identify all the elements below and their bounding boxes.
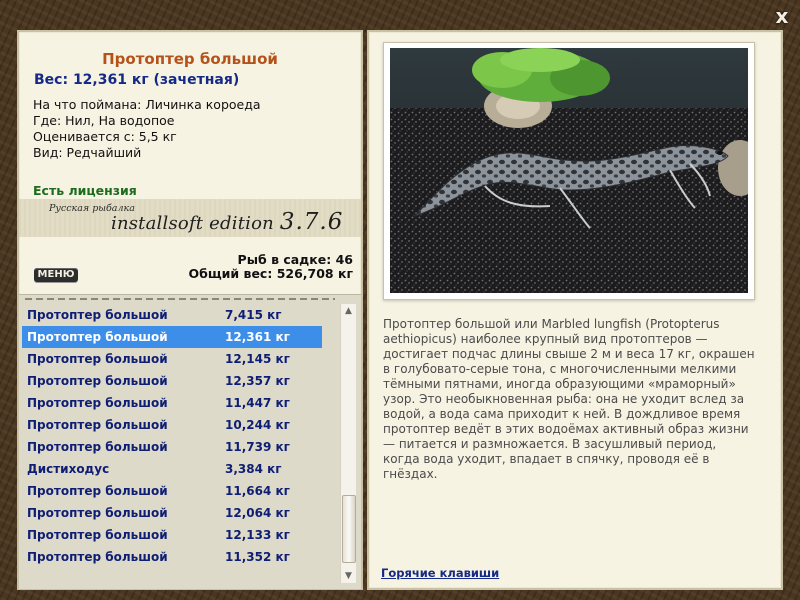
- fish-list-weight: 7,415 кг: [225, 308, 282, 322]
- fish-list-row[interactable]: Протоптер большой 11,352 кг: [22, 546, 322, 568]
- banner-edition-text: installsoft edition: [111, 213, 274, 234]
- scroll-down-icon[interactable]: ▼: [341, 569, 356, 583]
- fish-list-name: Протоптер большой: [27, 550, 168, 564]
- hotkeys-link[interactable]: Горячие клавиши: [381, 566, 499, 580]
- fish-list-weight: 12,361 кг: [225, 330, 290, 344]
- fish-list-row[interactable]: Протоптер большой 12,064 кг: [22, 502, 322, 524]
- fish-list-weight: 11,352 кг: [225, 550, 290, 564]
- fish-list-row[interactable]: Протоптер большой 10,244 кг: [22, 414, 322, 436]
- rarity-info: Вид: Редчайший: [33, 145, 142, 160]
- fish-list-name: Протоптер большой: [27, 484, 168, 498]
- list-scrollbar[interactable]: ▲ ▼: [340, 304, 356, 583]
- fish-list-name: Протоптер большой: [27, 506, 168, 520]
- keepnet-total-weight: Общий вес: 526,708 кг: [188, 266, 354, 281]
- fish-list-name: Протоптер большой: [27, 440, 168, 454]
- catch-info-panel: Протоптер большой Вес: 12,361 кг (зачетн…: [17, 30, 363, 590]
- fish-list-row[interactable]: Протоптер большой 12,361 кг: [22, 326, 322, 348]
- fish-list-weight: 11,739 кг: [225, 440, 290, 454]
- fish-list-name: Протоптер большой: [27, 330, 168, 344]
- edition-banner: Русская рыбалка installsoft edition 3.7.…: [19, 199, 361, 237]
- fish-title: Протоптер большой: [102, 50, 278, 68]
- fish-list-name: Протоптер большой: [27, 396, 168, 410]
- fish-list-row[interactable]: Протоптер большой 12,133 кг: [22, 524, 322, 546]
- fish-list-weight: 10,244 кг: [225, 418, 290, 432]
- fish-list-weight: 3,384 кг: [225, 462, 282, 476]
- fish-list-weight: 12,133 кг: [225, 528, 290, 542]
- fish-list-weight: 11,447 кг: [225, 396, 290, 410]
- fish-list-weight: 12,064 кг: [225, 506, 290, 520]
- fish-weight: Вес: 12,361 кг (зачетная): [34, 72, 240, 88]
- fish-list-row[interactable]: Протоптер большой 12,145 кг: [22, 348, 322, 370]
- fish-list-row[interactable]: Протоптер большой 7,415 кг: [22, 304, 322, 326]
- fish-list-row[interactable]: Дистиходус 3,384 кг: [22, 458, 322, 480]
- fish-list-row[interactable]: Протоптер большой 11,664 кг: [22, 480, 322, 502]
- fish-list-name: Дистиходус: [27, 462, 110, 476]
- banner-edition: installsoft edition 3.7.6: [111, 209, 343, 235]
- threshold-info: Оценивается с: 5,5 кг: [33, 129, 177, 144]
- banner-version: 3.7.6: [279, 209, 344, 235]
- scroll-up-icon[interactable]: ▲: [341, 304, 356, 318]
- fish-list-name: Протоптер большой: [27, 308, 168, 322]
- species-panel: Протоптер большой или Marbled lungfish (…: [367, 30, 783, 590]
- keepnet-count: Рыб в садке: 46: [237, 252, 353, 267]
- fish-list-weight: 12,145 кг: [225, 352, 290, 366]
- fish-list-weight: 11,664 кг: [225, 484, 290, 498]
- divider: [25, 298, 335, 300]
- bait-info: На что поймана: Личинка короеда: [33, 97, 261, 112]
- fish-photo: [390, 48, 748, 293]
- fish-list-name: Протоптер большой: [27, 374, 168, 388]
- fish-list-weight: 12,357 кг: [225, 374, 290, 388]
- location-info: Где: Нил, На водопое: [33, 113, 175, 128]
- close-icon[interactable]: x: [772, 6, 792, 26]
- license-status: Есть лицензия: [33, 183, 137, 198]
- fish-list: Протоптер большой 7,415 кг Протоптер больш…: [19, 294, 361, 589]
- fish-list-row[interactable]: Протоптер большой 11,447 кг: [22, 392, 322, 414]
- fish-list-name: Протоптер большой: [27, 352, 168, 366]
- species-description: Протоптер большой или Marbled lungfish (…: [383, 317, 755, 481]
- fish-list-row[interactable]: Протоптер большой 12,357 кг: [22, 370, 322, 392]
- fish-list-row[interactable]: Протоптер большой 11,739 кг: [22, 436, 322, 458]
- fish-photo-frame: [383, 42, 755, 300]
- fish-list-name: Протоптер большой: [27, 418, 168, 432]
- menu-button[interactable]: МЕНЮ: [34, 268, 78, 282]
- scroll-thumb[interactable]: [342, 495, 356, 563]
- fish-list-name: Протоптер большой: [27, 528, 168, 542]
